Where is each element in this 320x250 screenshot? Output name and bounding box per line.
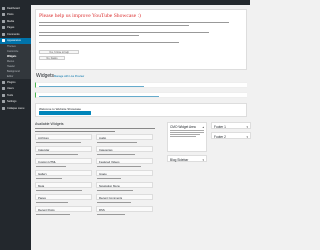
widget-description [97,165,141,167]
widget-image[interactable]: Image [96,170,153,176]
widget-rss[interactable]: RSS [96,206,153,212]
widget-area-title: Blog Sidebar [170,157,189,162]
notice-bar [35,92,247,98]
dashboard-icon [2,6,5,10]
menu-label: Settings [7,100,17,104]
widget-description [97,201,131,203]
promo-accept-button[interactable]: Yes, I'd love to help [39,50,79,54]
menu-label: Tools [7,93,14,97]
widget-featured-videos[interactable]: Featured Videos [96,158,153,164]
widget-calendar[interactable]: Calendar [35,146,92,152]
settings-icon [2,100,5,104]
menu-label: Appearance [7,39,21,43]
widget-area-footer-1[interactable]: Footer 1 ▾ [211,122,251,129]
available-widgets-description [35,130,115,132]
widget-description [97,189,133,191]
widget-meta[interactable]: Meta [35,182,92,188]
widget-description [97,141,137,143]
widget-custom-html[interactable]: Custom HTML [35,158,92,164]
widget-area-description [170,134,200,135]
widget-area-description [170,130,204,131]
widget-description [97,213,125,215]
widget-audio[interactable]: Audio [96,134,153,140]
widget-description [36,141,81,143]
promo-dismiss-button[interactable]: No, thanks [39,56,65,60]
widget-navigation-menu[interactable]: Navigation Menu [96,182,153,188]
submenu-label: Widgets [7,55,17,58]
notice-text-line [39,95,159,97]
notice-text-line [39,85,144,87]
submenu-label: Menus [7,60,15,63]
promo-text-line [39,25,189,27]
promo-text-line [39,22,229,24]
welcome-button[interactable] [39,111,91,115]
page-icon [2,26,5,30]
promo-text-line [39,35,139,37]
promo-notice: Please help us improve YouTube Showcase … [35,9,247,70]
menu-label: Plugins [7,80,16,84]
menu-label: Collapse menu [7,106,25,110]
widget-area-description [170,136,196,137]
menu-label: Pages [7,26,15,30]
wrench-icon [2,93,5,97]
submenu-label: Background [7,70,20,73]
submenu-label: Header [7,65,15,68]
widget-description [97,177,121,179]
plug-icon [2,80,5,84]
available-widgets-title: Available Widgets [35,122,64,126]
widget-description [36,153,78,155]
widget-gallery[interactable]: Gallery [35,170,92,176]
welcome-title: Welcome to Website Showcase [39,106,82,111]
media-icon [2,19,5,23]
widget-area-cmo[interactable]: CMO Widget Area ▴ [167,122,207,152]
pin-icon [2,13,5,17]
widget-area-title: CMO Widget Area [170,124,196,129]
collapse-arrow-icon[interactable]: ▴ [202,125,204,129]
widget-area-blog-sidebar[interactable]: Blog Sidebar ▾ [167,155,207,162]
expand-arrow-icon[interactable]: ▾ [246,125,248,129]
expand-arrow-icon[interactable]: ▾ [246,135,248,139]
welcome-panel: Welcome to Website Showcase [35,103,247,117]
promo-text-line [39,32,209,34]
widget-description [36,177,62,179]
widget-description [36,201,68,203]
promo-title: Please help us improve YouTube Showcase … [39,13,141,19]
comment-icon [2,32,5,36]
menu-label: Users [7,87,14,91]
page-title: Widgets [36,73,55,79]
expand-arrow-icon[interactable]: ▾ [202,158,204,162]
widget-area-title: Footer 1 [214,124,226,129]
menu-label: Dashboard [7,6,20,10]
widget-description [36,189,82,191]
widget-area-title: Footer 2 [214,134,226,139]
widget-area-description [170,132,204,133]
promo-text-line [39,42,179,44]
menu-label: Posts [7,13,14,17]
main-content: Please help us improve YouTube Showcase … [31,5,251,250]
submenu-label: Editor [7,75,14,78]
collapse-icon [2,106,5,110]
menu-label: Media [7,19,15,23]
widget-pages[interactable]: Pages [35,194,92,200]
admin-sidebar: Dashboard Posts Media Pages Comments App… [0,5,31,250]
widget-categories[interactable]: Categories [96,146,153,152]
widget-recent-posts[interactable]: Recent Posts [35,206,92,212]
widget-area-footer-2[interactable]: Footer 2 ▾ [211,132,251,139]
available-widgets: Available Widgets Archives Audio Calenda… [35,122,161,250]
user-icon [2,87,5,91]
menu-collapse[interactable]: Collapse menu [0,105,31,112]
notice-bar [35,82,247,88]
widget-description [97,153,135,155]
widget-recent-comments[interactable]: Recent Comments [96,194,153,200]
widget-description [36,213,70,215]
available-widgets-description [35,128,155,129]
submenu-label: Customize [7,50,19,53]
widget-description [36,165,66,167]
widget-archives[interactable]: Archives [35,134,92,140]
brush-icon [2,39,5,43]
submenu-label: Themes [7,45,16,48]
manage-live-preview-link[interactable]: Manage with Live Preview [54,75,84,78]
menu-label: Comments [7,32,20,36]
